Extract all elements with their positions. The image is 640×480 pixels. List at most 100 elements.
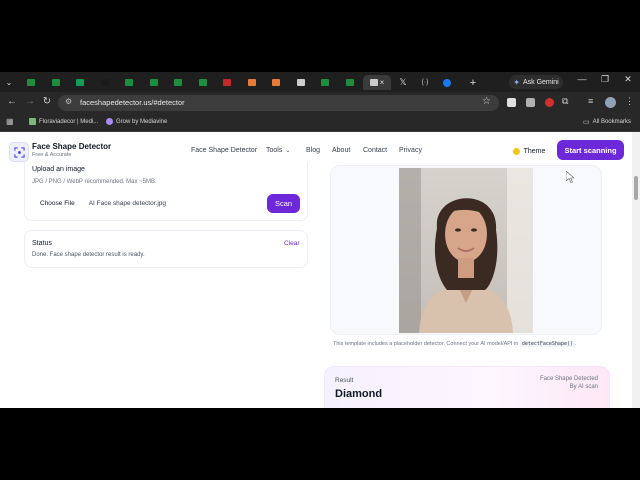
nav-about[interactable]: About	[332, 147, 350, 154]
nav-privacy[interactable]: Privacy	[399, 147, 422, 154]
new-tab-button[interactable]: +	[462, 75, 484, 90]
chevron-down-icon: ⌄	[285, 148, 291, 154]
result-by-label: By AI scan	[569, 384, 598, 390]
browser-tab[interactable]	[290, 75, 312, 90]
browser-tab[interactable]	[241, 75, 263, 90]
browser-tab[interactable]: ×	[363, 75, 391, 90]
extension-badge-icon[interactable]	[545, 98, 554, 107]
reload-icon[interactable]: ↻	[41, 96, 53, 107]
browser-tab[interactable]	[45, 75, 67, 90]
preview-caption: This template includes a placeholder det…	[333, 341, 577, 347]
nav-face-shape-detector[interactable]: Face Shape Detector	[191, 147, 257, 154]
browser-tab[interactable]	[265, 75, 287, 90]
ask-gemini-label: Ask Gemini	[522, 78, 559, 86]
result-shape: Diamond	[335, 388, 383, 400]
browser-tab[interactable]	[216, 75, 238, 90]
forward-arrow-icon[interactable]: →	[24, 96, 36, 107]
nav-contact[interactable]: Contact	[363, 147, 387, 154]
restore-icon[interactable]: ❐	[599, 74, 611, 85]
apps-grid-icon[interactable]: ▦	[6, 117, 14, 126]
page-scrollbar[interactable]	[632, 132, 640, 408]
sun-icon	[512, 147, 520, 155]
x-logo-icon: 𝕏	[399, 77, 407, 87]
browser-tab-facebook[interactable]	[436, 75, 458, 90]
mouse-cursor	[565, 170, 575, 188]
tab-favicon-icon	[100, 79, 109, 86]
bookmark-floraviadecor[interactable]: Floraviadecor | Medi...	[29, 118, 98, 125]
browser-tab[interactable]	[20, 75, 42, 90]
audio-icon: (·)	[421, 79, 429, 86]
bookmark-star-icon[interactable]: ☆	[482, 96, 491, 107]
status-message: Done. Face shape detector result is read…	[32, 252, 145, 258]
browser-tab[interactable]	[192, 75, 214, 90]
chevron-down-icon: ⌄	[5, 78, 13, 87]
folder-icon: ▭	[583, 119, 590, 126]
browser-tab[interactable]	[143, 75, 165, 90]
bookmark-favicon-icon	[106, 118, 113, 125]
gemini-sparkle-icon: ✦	[513, 77, 520, 87]
tab-favicon-icon	[223, 79, 231, 86]
tab-favicon-icon	[345, 79, 354, 86]
tab-favicon-icon	[27, 79, 35, 86]
browser-tab[interactable]	[314, 75, 336, 90]
tab-search-button[interactable]: ⌄	[2, 75, 16, 90]
all-bookmarks[interactable]: ▭ All Bookmarks	[583, 118, 631, 126]
minimize-icon[interactable]: —	[576, 74, 588, 84]
selected-file-name: AI Face shape detector.jpg	[88, 199, 167, 207]
browser-tab[interactable]	[94, 75, 116, 90]
facebook-icon	[443, 78, 451, 87]
face-scan-icon	[13, 146, 25, 158]
result-detected-label: Face Shape Detected	[539, 376, 598, 382]
tab-favicon-icon	[51, 79, 60, 86]
clear-button[interactable]: Clear	[284, 240, 300, 247]
plus-icon: +	[469, 76, 477, 89]
start-scanning-button[interactable]: Start scanning	[557, 140, 624, 160]
tab-favicon-icon	[296, 79, 305, 86]
status-card	[24, 230, 308, 268]
site-brand-name[interactable]: Face Shape Detector	[32, 142, 111, 151]
tab-favicon-icon	[149, 79, 158, 86]
browser-tab[interactable]	[69, 75, 91, 90]
tab-favicon-icon	[125, 79, 133, 86]
ask-gemini-button[interactable]: ✦ Ask Gemini	[509, 75, 563, 89]
tab-favicon-icon	[76, 79, 84, 86]
extension-icon[interactable]	[526, 98, 535, 107]
page-viewport: Face Shape Detector Free & Accurate Face…	[0, 132, 632, 408]
uploaded-face-photo	[399, 168, 533, 333]
result-label: Result	[335, 377, 354, 384]
reading-list-icon[interactable]: ≡	[588, 96, 593, 106]
profile-avatar[interactable]	[605, 97, 616, 108]
tab-favicon-icon	[247, 79, 256, 86]
nav-tools[interactable]: Tools ⌄	[266, 147, 290, 154]
tab-favicon-icon	[174, 79, 182, 86]
menu-kebab-icon[interactable]: ⋮	[625, 96, 634, 107]
url-text: faceshapedetector.us/#detector	[80, 98, 185, 107]
bookmark-favicon-icon	[29, 118, 36, 125]
close-tab-icon[interactable]: ×	[380, 78, 385, 87]
browser-tab[interactable]	[339, 75, 361, 90]
upload-hint: JPG / PNG / WebP recommended. Max ~5MB.	[32, 179, 157, 185]
browser-tab-x[interactable]: 𝕏	[392, 75, 414, 90]
puzzle-extensions-icon[interactable]: ⧉	[562, 96, 568, 107]
scrollbar-thumb[interactable]	[634, 176, 638, 200]
back-arrow-icon[interactable]: ←	[6, 96, 18, 107]
theme-toggle-button[interactable]: Theme	[506, 142, 552, 160]
nav-blog[interactable]: Blog	[306, 147, 320, 154]
site-tagline: Free & Accurate	[32, 152, 72, 158]
extension-icon[interactable]	[507, 98, 516, 107]
bookmark-mediavine[interactable]: Grow by Mediavine	[106, 118, 167, 125]
browser-tab[interactable]	[118, 75, 140, 90]
site-logo[interactable]	[9, 142, 29, 162]
tab-favicon-icon	[272, 79, 280, 86]
window-close-icon[interactable]: ✕	[622, 74, 634, 85]
scan-button[interactable]: Scan	[267, 194, 300, 213]
site-info-icon[interactable]: ⚙	[65, 97, 72, 106]
status-title: Status	[32, 240, 52, 247]
tab-favicon-icon	[321, 79, 329, 86]
detect-function-code: detectFaceShape()	[519, 341, 575, 347]
choose-file-button[interactable]: Choose File	[32, 195, 83, 211]
file-input[interactable]: Choose File AI Face shape detector.jpg	[32, 195, 260, 211]
browser-tab-audio[interactable]: (·)	[414, 75, 436, 90]
tab-favicon-icon	[198, 79, 207, 86]
browser-tab[interactable]	[167, 75, 189, 90]
